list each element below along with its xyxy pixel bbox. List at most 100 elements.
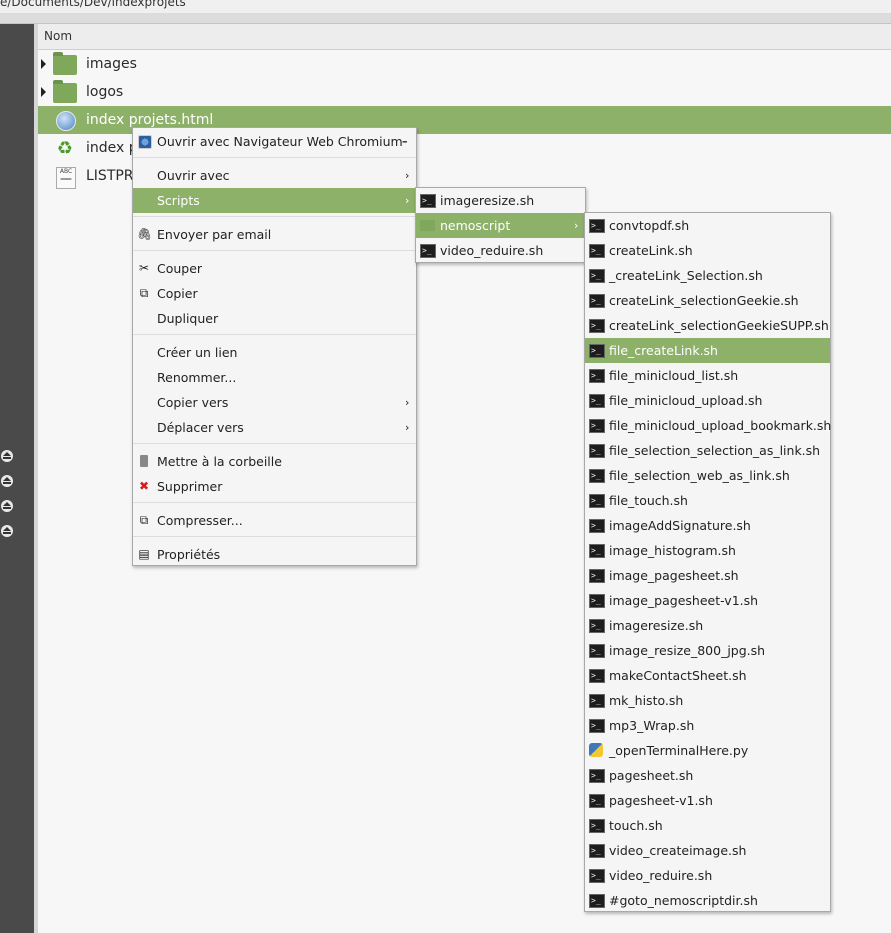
delete-x-icon: ✖ bbox=[138, 479, 150, 493]
script-item[interactable]: imageAddSignature.sh bbox=[585, 513, 830, 538]
chromium-icon bbox=[138, 135, 152, 149]
column-header-name[interactable]: Nom bbox=[38, 24, 891, 50]
menu-item-trash[interactable]: Mettre à la corbeille bbox=[133, 449, 416, 474]
terminal-icon bbox=[589, 863, 605, 888]
script-item[interactable]: image_resize_800_jpg.sh bbox=[585, 638, 830, 663]
menu-item-open-with[interactable]: Ouvrir avec › bbox=[133, 163, 416, 188]
script-item[interactable]: touch.sh bbox=[585, 813, 830, 838]
script-item[interactable]: file_selection_selection_as_link.sh bbox=[585, 438, 830, 463]
script-item[interactable]: file_touch.sh bbox=[585, 488, 830, 513]
menu-item-copy[interactable]: ⧉ Copier bbox=[133, 281, 416, 306]
location-path[interactable]: e/Documents/Dev/indexprojets bbox=[0, 0, 891, 13]
script-item[interactable]: video_createimage.sh bbox=[585, 838, 830, 863]
script-item[interactable]: video_reduire.sh bbox=[585, 863, 830, 888]
menu-item-delete[interactable]: ✖ Supprimer bbox=[133, 474, 416, 499]
submenu-item[interactable]: video_reduire.sh bbox=[416, 238, 585, 263]
file-name: logos bbox=[86, 84, 124, 100]
scripts-submenu: imageresize.sh nemoscript › video_reduir… bbox=[415, 187, 586, 263]
file-name: LISTPR bbox=[86, 168, 134, 184]
script-item[interactable]: createLink_selectionGeekieSUPP.sh bbox=[585, 313, 830, 338]
script-item[interactable]: mk_histo.sh bbox=[585, 688, 830, 713]
toolbar-strip bbox=[0, 13, 891, 24]
file-row[interactable]: logos bbox=[38, 78, 891, 106]
script-item[interactable]: file_minicloud_upload_bookmark.sh bbox=[585, 413, 831, 438]
script-item[interactable]: image_histogram.sh bbox=[585, 538, 830, 563]
menu-item-compress[interactable]: ⧉ Compresser... bbox=[133, 508, 416, 533]
folder-icon bbox=[420, 220, 435, 231]
terminal-icon bbox=[589, 713, 605, 738]
menu-item-cut[interactable]: ✂ Couper bbox=[133, 256, 416, 281]
submenu-item-nemoscript[interactable]: nemoscript › bbox=[416, 213, 585, 238]
script-item[interactable]: _openTerminalHere.py bbox=[585, 738, 830, 763]
html-file-icon bbox=[56, 111, 76, 131]
eject-icon[interactable] bbox=[1, 450, 13, 462]
folder-icon bbox=[53, 80, 77, 103]
eject-icon[interactable] bbox=[1, 475, 13, 487]
chevron-right-icon: › bbox=[405, 194, 410, 207]
submenu-item[interactable]: imageresize.sh bbox=[416, 188, 585, 213]
chevron-right-icon: › bbox=[574, 219, 579, 232]
script-item[interactable]: convtopdf.sh bbox=[585, 213, 830, 238]
folder-icon bbox=[53, 52, 77, 75]
script-item[interactable]: _createLink_Selection.sh bbox=[585, 263, 830, 288]
sidebar bbox=[0, 24, 34, 933]
menu-item-send-email[interactable]: 🖇 Envoyer par email bbox=[133, 222, 416, 247]
terminal-icon bbox=[589, 638, 605, 663]
menu-item-move-to[interactable]: Déplacer vers › bbox=[133, 415, 416, 440]
expand-arrow-icon[interactable] bbox=[41, 87, 46, 97]
eject-icon[interactable] bbox=[1, 500, 13, 512]
script-item[interactable]: file_selection_web_as_link.sh bbox=[585, 463, 830, 488]
separator bbox=[133, 216, 416, 217]
terminal-icon bbox=[589, 213, 605, 238]
properties-icon: ▤ bbox=[138, 547, 150, 561]
script-item[interactable]: createLink_selectionGeekie.sh bbox=[585, 288, 830, 313]
script-item[interactable]: imageresize.sh bbox=[585, 613, 830, 638]
terminal-icon bbox=[589, 338, 605, 363]
menu-item-duplicate[interactable]: Dupliquer bbox=[133, 306, 416, 331]
expand-arrow-icon[interactable] bbox=[41, 59, 46, 69]
terminal-icon bbox=[589, 788, 605, 813]
eject-icon[interactable] bbox=[1, 525, 13, 537]
script-item[interactable]: file_minicloud_list.sh bbox=[585, 363, 830, 388]
script-item[interactable]: image_pagesheet-v1.sh bbox=[585, 588, 830, 613]
chevron-right-icon: › bbox=[405, 421, 410, 434]
terminal-icon bbox=[589, 488, 605, 513]
terminal-icon bbox=[589, 238, 605, 263]
text-file-icon: ABC ═══ bbox=[56, 167, 76, 189]
menu-item-rename[interactable]: Renommer... bbox=[133, 365, 416, 390]
attachment-icon: 🖇 bbox=[137, 227, 153, 241]
script-item[interactable]: pagesheet.sh bbox=[585, 763, 830, 788]
terminal-icon bbox=[589, 563, 605, 588]
python-icon bbox=[589, 743, 603, 757]
menu-item-open-chromium[interactable]: Ouvrir avec Navigateur Web Chromium – bbox=[133, 129, 416, 154]
terminal-icon bbox=[589, 588, 605, 613]
separator bbox=[133, 536, 416, 537]
menu-item-copy-to[interactable]: Copier vers › bbox=[133, 390, 416, 415]
script-item[interactable]: #goto_nemoscriptdir.sh bbox=[585, 888, 830, 913]
menu-item-scripts[interactable]: Scripts › bbox=[133, 188, 416, 213]
script-item[interactable]: pagesheet-v1.sh bbox=[585, 788, 830, 813]
script-item[interactable]: makeContactSheet.sh bbox=[585, 663, 830, 688]
terminal-icon bbox=[589, 413, 605, 438]
script-item[interactable]: file_createLink.sh bbox=[585, 338, 830, 363]
menu-item-properties[interactable]: ▤ Propriétés bbox=[133, 542, 416, 567]
context-menu: Ouvrir avec Navigateur Web Chromium – Ou… bbox=[132, 127, 417, 566]
separator bbox=[133, 250, 416, 251]
script-item[interactable]: file_minicloud_upload.sh bbox=[585, 388, 830, 413]
script-item[interactable]: image_pagesheet.sh bbox=[585, 563, 830, 588]
terminal-icon bbox=[589, 763, 605, 788]
menu-item-create-link[interactable]: Créer un lien bbox=[133, 340, 416, 365]
terminal-icon bbox=[589, 438, 605, 463]
separator bbox=[133, 334, 416, 335]
file-row[interactable]: images bbox=[38, 50, 891, 78]
separator bbox=[133, 502, 416, 503]
archive-icon: ⧉ bbox=[139, 513, 149, 527]
terminal-icon bbox=[589, 263, 605, 288]
script-item[interactable]: createLink.sh bbox=[585, 238, 830, 263]
script-item[interactable]: mp3_Wrap.sh bbox=[585, 713, 830, 738]
terminal-icon bbox=[420, 238, 436, 263]
recycle-icon: ♻ bbox=[56, 138, 74, 159]
terminal-icon bbox=[589, 888, 605, 913]
terminal-icon bbox=[589, 463, 605, 488]
terminal-icon bbox=[420, 188, 436, 213]
